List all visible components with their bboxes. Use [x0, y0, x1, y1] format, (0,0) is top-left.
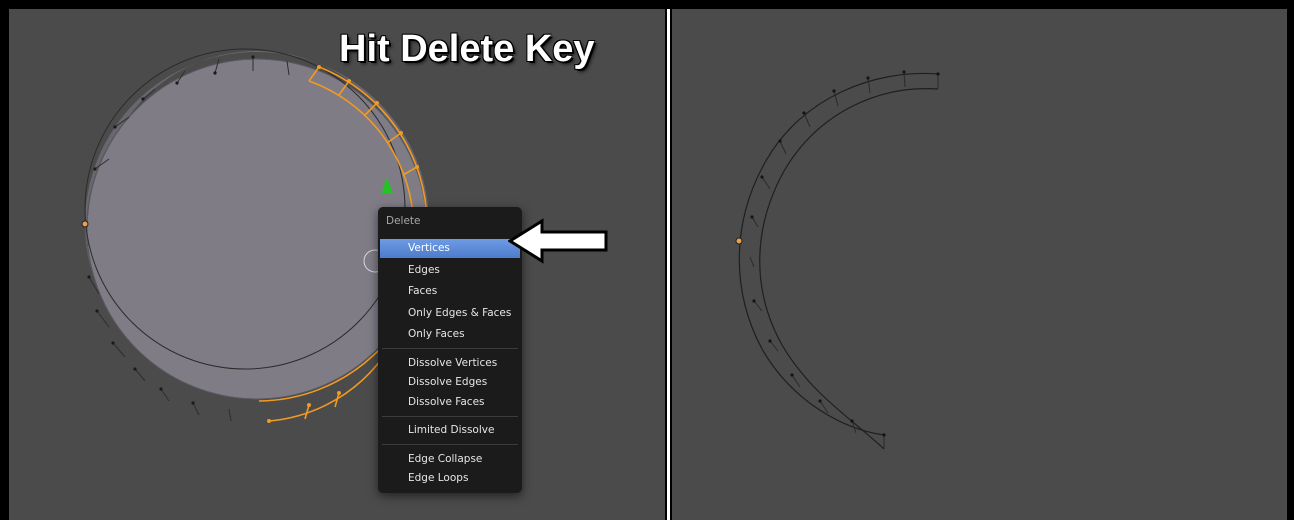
menu-item-limited-dissolve[interactable]: Limited Dissolve	[380, 421, 520, 440]
panel-divider	[665, 9, 672, 520]
delete-menu[interactable]: Delete Vertices Edges Faces Only Edges &…	[378, 207, 522, 493]
annotation-arrow-icon	[508, 218, 608, 264]
mesh-before	[81, 48, 429, 423]
caption-title: Hit Delete Key	[339, 28, 595, 70]
menu-item-dissolve-faces[interactable]: Dissolve Faces	[380, 393, 520, 412]
menu-item-dissolve-edges[interactable]: Dissolve Edges	[380, 373, 520, 392]
menu-item-edges[interactable]: Edges	[380, 261, 520, 280]
viewport-before[interactable]: Hit Delete Key Delete Vertices Edges Fac…	[9, 9, 665, 520]
menu-separator	[382, 444, 518, 445]
menu-item-faces[interactable]: Faces	[380, 282, 520, 301]
menu-separator	[382, 348, 518, 349]
menu-item-edge-collapse[interactable]: Edge Collapse	[380, 450, 520, 469]
menu-item-vertices[interactable]: Vertices	[380, 239, 520, 258]
menu-item-only-edges-faces[interactable]: Only Edges & Faces	[380, 304, 520, 323]
mesh-after	[735, 70, 940, 450]
viewport-after[interactable]	[672, 9, 1287, 520]
menu-item-edge-loops[interactable]: Edge Loops	[380, 469, 520, 488]
menu-item-dissolve-vertices[interactable]: Dissolve Vertices	[380, 354, 520, 373]
menu-title: Delete	[386, 215, 421, 227]
menu-item-only-faces[interactable]: Only Faces	[380, 325, 520, 344]
mesh-face	[86, 58, 428, 400]
menu-separator	[382, 416, 518, 417]
